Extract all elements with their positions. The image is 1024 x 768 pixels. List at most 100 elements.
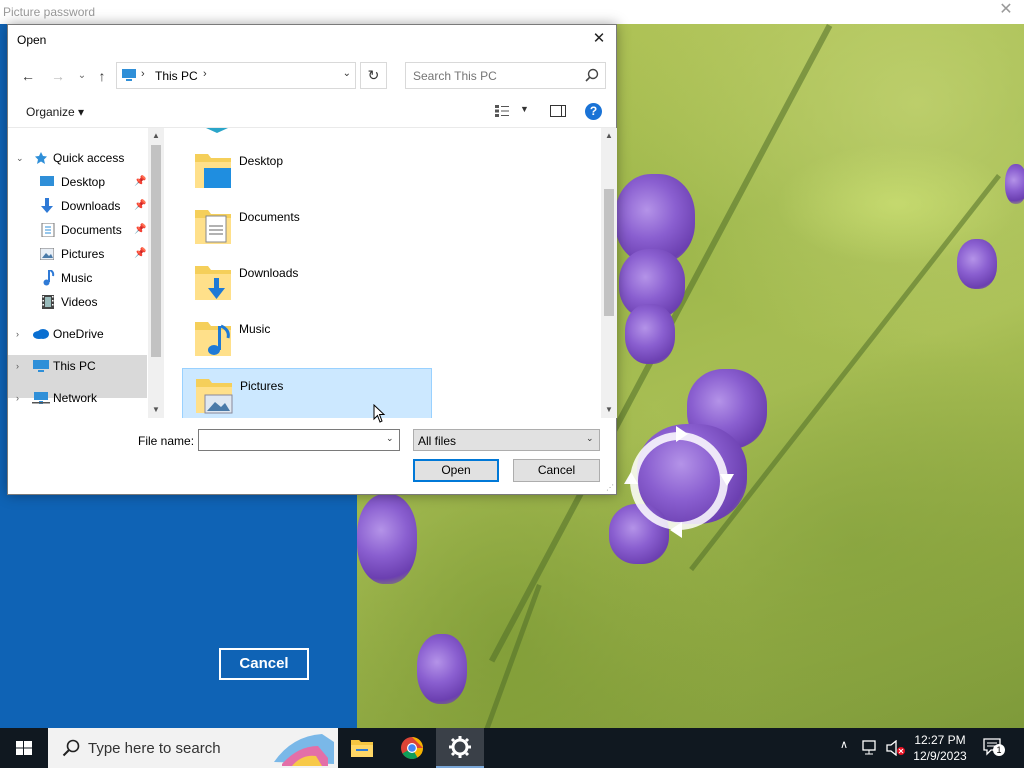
search-icon: [585, 68, 599, 82]
file-name-input[interactable]: [198, 429, 400, 451]
address-path[interactable]: This PC: [155, 69, 198, 83]
scroll-up-arrow-icon[interactable]: ▲: [148, 131, 164, 140]
forward-button[interactable]: →: [48, 67, 68, 85]
chevron-down-icon[interactable]: ▼: [520, 104, 529, 114]
taskbar: Type here to search ∧ 12:27 PM 12/9/2023…: [0, 728, 1024, 768]
chevron-down-icon[interactable]: ⌄: [386, 433, 394, 444]
mouse-cursor-icon: [373, 404, 386, 423]
chevron-right-icon[interactable]: ›: [16, 387, 19, 409]
file-item-downloads[interactable]: Downloads: [182, 256, 432, 308]
chevron-down-icon[interactable]: ⌄: [343, 68, 351, 79]
change-view-icon[interactable]: [495, 105, 509, 117]
nav-label: Documents: [61, 223, 122, 237]
dialog-close-button[interactable]: ✕: [590, 30, 608, 48]
help-icon[interactable]: ?: [585, 103, 602, 120]
network-status-icon[interactable]: [862, 740, 880, 756]
organize-button[interactable]: Organize ▾: [26, 105, 84, 119]
recent-locations-button[interactable]: ⌄: [72, 67, 92, 85]
open-button[interactable]: Open: [413, 459, 499, 482]
rotate-arrows-icon: [624, 426, 734, 538]
network-icon: [32, 392, 50, 404]
address-bar[interactable]: › This PC › ⌄: [116, 62, 356, 89]
nav-item-pictures[interactable]: Pictures 📌: [8, 243, 147, 265]
nav-label: Desktop: [61, 175, 106, 189]
address-separator[interactable]: ›: [141, 68, 145, 80]
volume-muted-icon[interactable]: [886, 740, 906, 756]
pin-icon: 📌: [134, 248, 147, 259]
chevron-down-icon[interactable]: ⌄: [586, 433, 594, 444]
search-input[interactable]: [405, 62, 606, 89]
picture-icon: [40, 248, 54, 260]
cloud-icon: [33, 329, 49, 339]
taskbar-search-box[interactable]: Type here to search: [48, 728, 338, 768]
nav-item-onedrive[interactable]: › OneDrive: [8, 323, 147, 345]
desktop-folder-icon: [195, 154, 231, 188]
up-button[interactable]: ↑: [92, 67, 112, 85]
pin-icon: 📌: [134, 200, 147, 211]
clock-time: 12:27 PM: [914, 733, 966, 747]
nav-label: Videos: [61, 295, 98, 309]
back-button[interactable]: ←: [18, 67, 38, 85]
pictures-folder-icon: [196, 379, 233, 414]
taskbar-search-placeholder: Type here to search: [88, 740, 221, 757]
file-list: Desktop Documents Downloads Music Pictur…: [168, 128, 600, 418]
picture-password-title: Picture password: [3, 5, 96, 19]
file-name-label: File name:: [138, 434, 195, 448]
file-explorer-icon[interactable]: [338, 728, 386, 768]
clock-date: 12/9/2023: [913, 749, 967, 763]
document-icon: [41, 223, 55, 237]
file-label: Desktop: [239, 154, 284, 168]
nav-item-desktop[interactable]: Desktop 📌: [8, 171, 147, 193]
navigation-pane: ⌄ Quick access Desktop 📌 Downloads 📌 Doc…: [8, 128, 164, 418]
system-clock[interactable]: 12:27 PM 12/9/2023: [905, 732, 975, 764]
windows-start-icon[interactable]: [0, 728, 48, 768]
picture-password-close-button[interactable]: ✕: [998, 2, 1014, 18]
notification-center-button[interactable]: 1: [983, 738, 1005, 756]
address-separator[interactable]: ›: [203, 68, 207, 80]
nav-item-videos[interactable]: Videos: [8, 291, 147, 313]
notification-count-badge: 1: [993, 744, 1005, 756]
nav-label: Network: [53, 391, 98, 405]
refresh-button[interactable]: ↻: [360, 62, 387, 89]
file-item-desktop[interactable]: Desktop: [182, 144, 432, 196]
chevron-right-icon[interactable]: ›: [16, 355, 19, 377]
pin-icon: 📌: [134, 176, 147, 187]
nav-item-documents[interactable]: Documents 📌: [8, 219, 147, 241]
picture-password-titlebar: Picture password ✕: [0, 0, 1024, 24]
gear-icon: [449, 736, 471, 758]
preview-pane-icon[interactable]: [550, 105, 566, 117]
settings-app-button[interactable]: [436, 728, 484, 768]
nav-item-quick-access[interactable]: ⌄ Quick access: [8, 147, 147, 169]
picture-password-cancel-button[interactable]: Cancel: [219, 648, 309, 680]
chrome-icon[interactable]: [388, 728, 436, 768]
file-list-scrollbar-thumb[interactable]: [604, 189, 614, 316]
navigation-scrollbar-thumb[interactable]: [151, 145, 161, 357]
dialog-title: Open: [17, 33, 47, 47]
chevron-right-icon[interactable]: ›: [16, 323, 19, 345]
file-item-pictures[interactable]: Pictures: [182, 368, 432, 418]
scroll-down-arrow-icon[interactable]: ▼: [148, 405, 164, 414]
file-label: Music: [239, 322, 271, 336]
file-item-documents[interactable]: Documents: [182, 200, 432, 252]
nav-label: OneDrive: [53, 327, 104, 341]
scroll-up-arrow-icon[interactable]: ▲: [601, 131, 617, 140]
scroll-down-arrow-icon[interactable]: ▼: [601, 405, 617, 414]
file-label: Downloads: [239, 266, 299, 280]
computer-icon: [33, 360, 49, 372]
nav-item-music[interactable]: Music: [8, 267, 147, 289]
resize-grip-icon[interactable]: ⋰: [606, 483, 614, 492]
partial-item-icon: [206, 128, 228, 133]
file-type-select[interactable]: All files: [413, 429, 600, 451]
nav-label: Quick access: [53, 151, 125, 165]
cancel-button[interactable]: Cancel: [513, 459, 600, 482]
file-item-music[interactable]: Music: [182, 312, 432, 364]
desktop-icon: [40, 176, 54, 186]
pin-icon: 📌: [134, 224, 147, 235]
show-hidden-icons-button[interactable]: ∧: [840, 738, 848, 751]
chevron-down-icon[interactable]: ⌄: [16, 147, 24, 169]
video-icon: [42, 295, 54, 309]
documents-folder-icon: [195, 210, 231, 244]
nav-item-this-pc[interactable]: › This PC: [8, 355, 147, 377]
nav-item-downloads[interactable]: Downloads 📌: [8, 195, 147, 217]
nav-item-network[interactable]: › Network: [8, 387, 147, 409]
